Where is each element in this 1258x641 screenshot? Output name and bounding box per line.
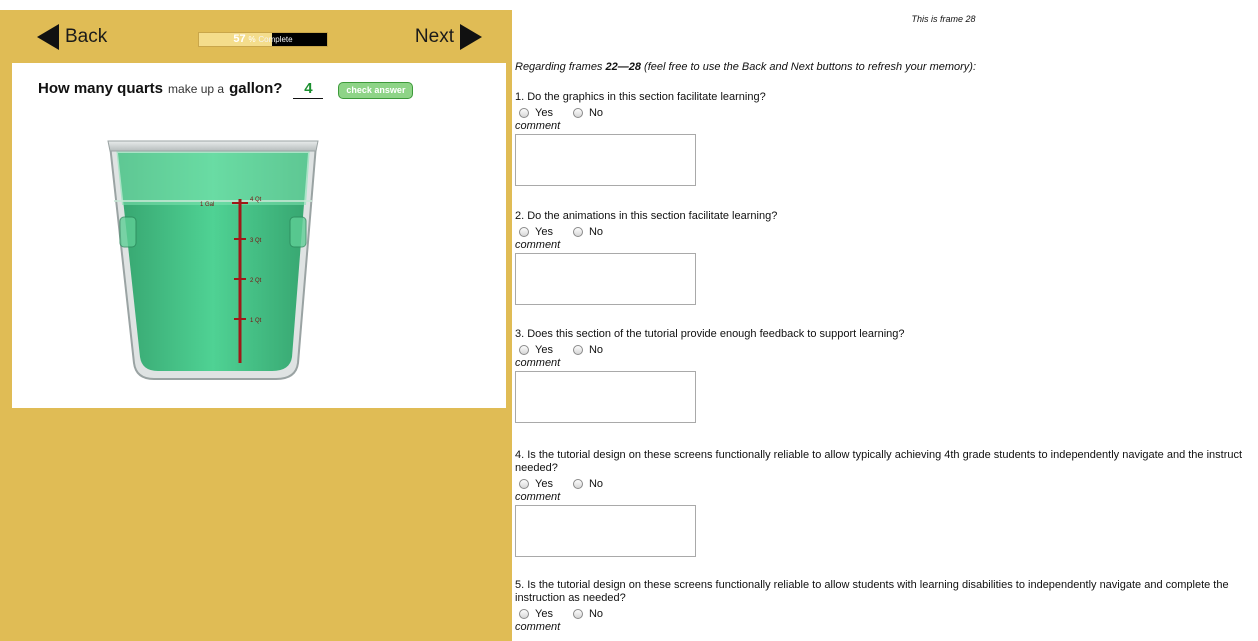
survey-question-2: 2. Do the animations in this section fac…: [515, 210, 1255, 305]
tutorial-content: How many quarts make up a gallon? check …: [12, 63, 506, 408]
tutorial-topbar: Back 57 % Complete Next: [0, 10, 512, 62]
question-3-radios: Yes No: [515, 343, 1255, 357]
radio-button[interactable]: [572, 609, 583, 619]
no-label: No: [588, 478, 604, 490]
comment-label: comment: [515, 491, 561, 503]
answer-input[interactable]: [293, 80, 324, 99]
no-label: No: [588, 107, 604, 119]
back-button[interactable]: Back: [37, 24, 107, 50]
mark-3-qt: 3 Qt: [250, 238, 262, 244]
survey-question-1: 1. Do the graphics in this section facil…: [515, 91, 1255, 186]
question-2-radios: Yes No: [515, 225, 1255, 239]
question-1-comment-box[interactable]: [515, 134, 696, 186]
question-3-yes-option[interactable]: Yes: [515, 344, 553, 356]
yes-label: Yes: [535, 608, 553, 620]
question-5-text: 5. Is the tutorial design on these scree…: [515, 579, 1229, 604]
survey-question-5: 5. Is the tutorial design on these scree…: [515, 579, 1255, 633]
radio-button[interactable]: [519, 108, 529, 118]
no-label: No: [588, 608, 604, 620]
yes-label: Yes: [535, 107, 553, 119]
mark-1-qt: 1 Qt: [250, 318, 262, 324]
radio-button[interactable]: [519, 609, 529, 619]
next-label: Next: [414, 26, 454, 47]
question-1-radios: Yes No: [515, 106, 1255, 120]
question-4-comment-box[interactable]: [515, 505, 696, 557]
back-label: Back: [65, 26, 108, 47]
survey-intro: Regarding frames 22—28 (feel free to use…: [515, 61, 976, 73]
question-2-no-option[interactable]: No: [569, 226, 603, 238]
question-4-radios: Yes No: [515, 477, 1255, 491]
question-part2: make up a: [168, 82, 225, 96]
check-answer-button[interactable]: check answer: [338, 82, 414, 99]
question-1-yes-option[interactable]: Yes: [515, 107, 553, 119]
intro-suffix: (feel free to use the Back and Next butt…: [640, 61, 977, 73]
question-4-no-option[interactable]: No: [569, 478, 603, 490]
question-2-comment-box[interactable]: [515, 253, 696, 305]
question-part3: gallon?: [229, 80, 283, 97]
radio-button[interactable]: [519, 479, 529, 489]
progress-bar: 57 % Complete: [198, 32, 328, 47]
intro-range: 22—28: [605, 61, 641, 73]
tutorial-panel: Back 57 % Complete Next How many quarts …: [0, 10, 512, 641]
question-1-no-option[interactable]: No: [569, 107, 603, 119]
progress-text: 57 % Complete: [199, 33, 327, 46]
intro-prefix: Regarding frames: [515, 61, 606, 73]
question-line: How many quarts make up a gallon? check …: [38, 80, 414, 99]
triangle-right-icon: [460, 24, 482, 50]
progress-percent-sign: %: [248, 35, 256, 44]
yes-label: Yes: [535, 478, 553, 490]
radio-button[interactable]: [519, 227, 529, 237]
triangle-left-icon: [37, 24, 59, 50]
question-4-text: 4. Is the tutorial design on these scree…: [515, 449, 1243, 474]
question-2-text: 2. Do the animations in this section fac…: [515, 210, 778, 222]
radio-button[interactable]: [572, 227, 583, 237]
question-1-text: 1. Do the graphics in this section facil…: [515, 91, 766, 103]
yes-label: Yes: [535, 344, 553, 356]
question-4-yes-option[interactable]: Yes: [515, 478, 553, 490]
radio-button[interactable]: [572, 108, 583, 118]
question-5-no-option[interactable]: No: [569, 608, 603, 620]
gallon-container-image: 1 Gal 4 Qt 3 Qt 2 Qt 1 Qt: [107, 140, 319, 380]
frame-label: This is frame 28: [911, 14, 976, 24]
survey-panel: This is frame 28 Regarding frames 22—28 …: [513, 0, 1258, 641]
question-3-comment-box[interactable]: [515, 371, 696, 423]
question-2-yes-option[interactable]: Yes: [515, 226, 553, 238]
no-label: No: [588, 226, 604, 238]
question-5-yes-option[interactable]: Yes: [515, 608, 553, 620]
no-label: No: [588, 344, 604, 356]
radio-button[interactable]: [572, 479, 583, 489]
comment-label: comment: [515, 120, 561, 132]
survey-question-3: 3. Does this section of the tutorial pro…: [515, 328, 1255, 423]
radio-button[interactable]: [519, 345, 529, 355]
next-button[interactable]: Next: [415, 24, 482, 50]
mark-4-qt: 4 Qt: [250, 197, 262, 203]
comment-label: comment: [515, 239, 561, 251]
question-5-radios: Yes No: [515, 607, 1255, 621]
progress-label: Complete: [258, 35, 293, 44]
comment-label: comment: [515, 357, 561, 369]
question-3-text: 3. Does this section of the tutorial pro…: [515, 328, 905, 340]
comment-label: comment: [515, 621, 561, 633]
yes-label: Yes: [535, 226, 553, 238]
survey-question-4: 4. Is the tutorial design on these scree…: [515, 449, 1255, 557]
question-3-no-option[interactable]: No: [569, 344, 603, 356]
mark-1-gal: 1 Gal: [200, 202, 214, 208]
radio-button[interactable]: [572, 345, 583, 355]
question-part1: How many quarts: [38, 80, 164, 97]
progress-percent: 57: [233, 33, 246, 45]
mark-2-qt: 2 Qt: [250, 278, 262, 284]
